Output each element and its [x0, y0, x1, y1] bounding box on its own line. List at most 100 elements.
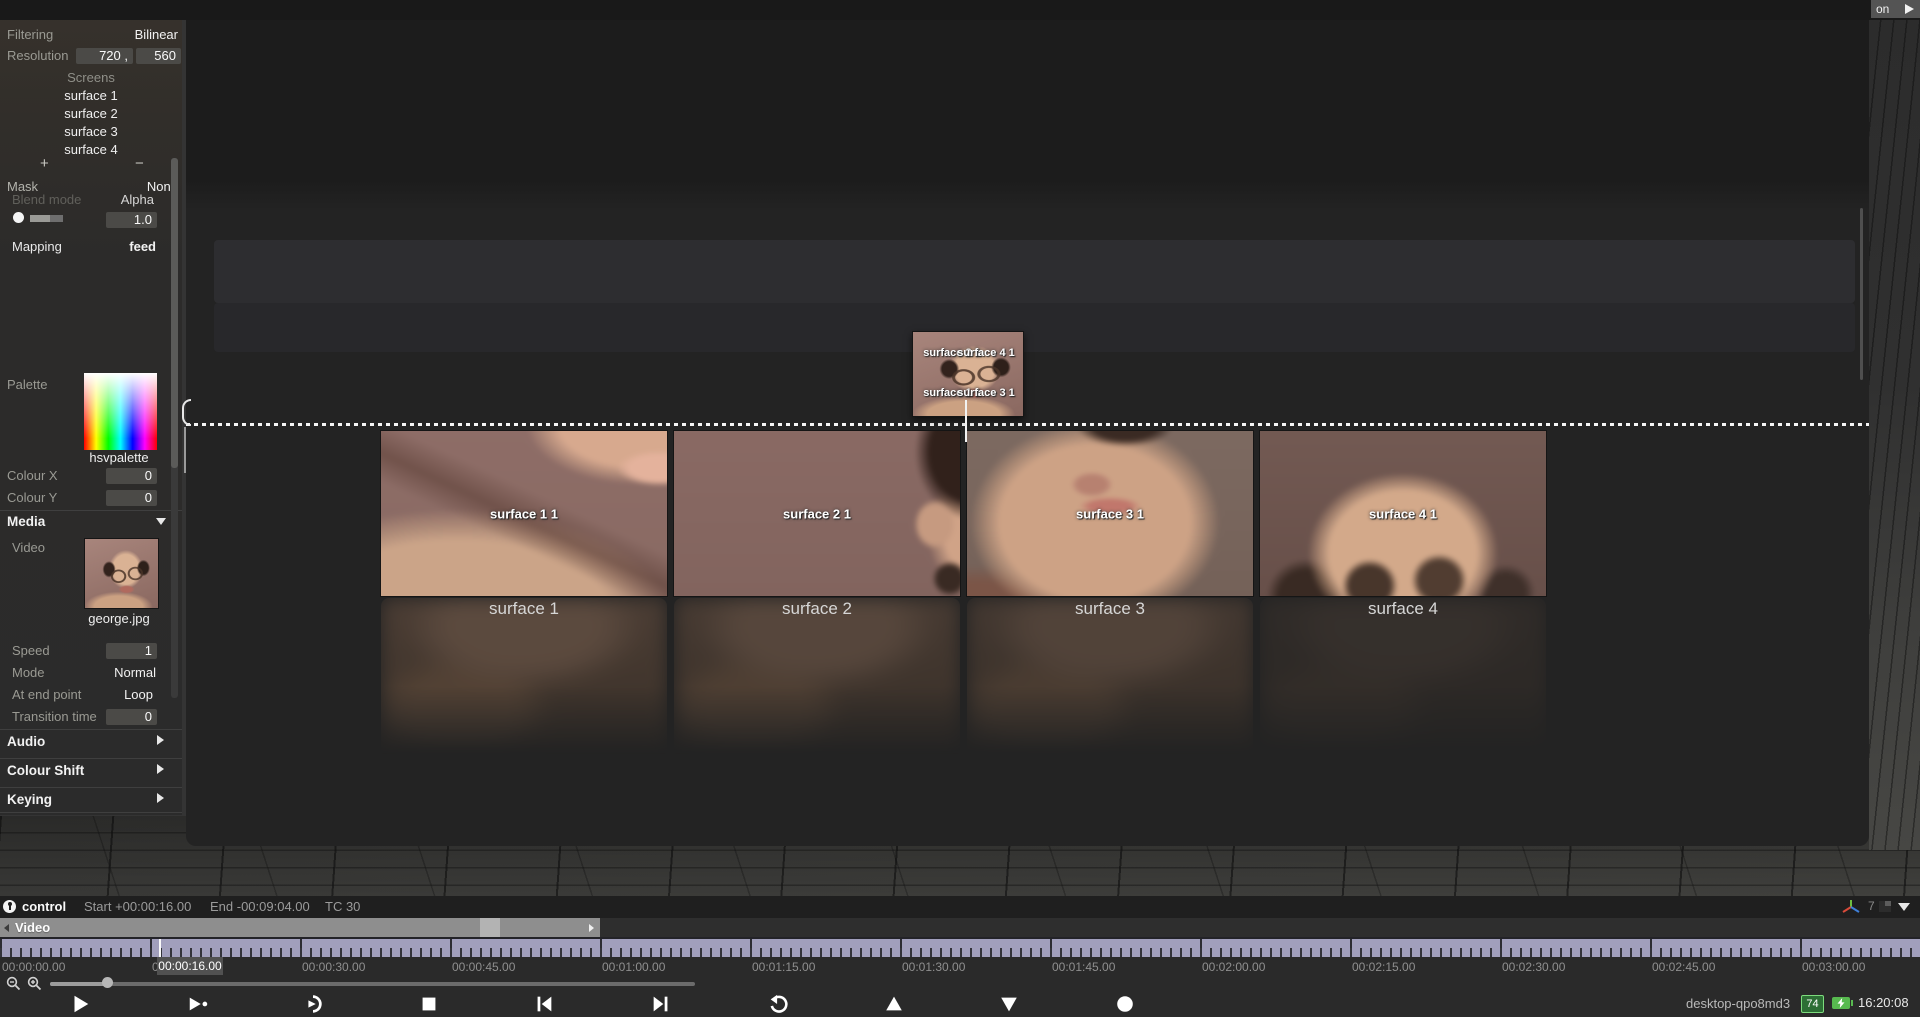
colour-x-input[interactable]: 0 — [106, 468, 157, 484]
opacity-value-input[interactable]: 1.0 — [106, 212, 157, 228]
ruler-playhead[interactable] — [159, 939, 161, 959]
panel-scrollbar-thumb[interactable] — [171, 158, 178, 468]
section-divider — [0, 729, 182, 730]
section-header-audio[interactable]: Audio — [7, 734, 45, 749]
play-marker-button[interactable] — [185, 993, 211, 1015]
end-point-label: At end point — [12, 687, 81, 702]
surface-tile-1[interactable]: surface 1 1 — [381, 431, 667, 596]
axes-gizmo-icon[interactable] — [1840, 899, 1862, 915]
track-bar-row: Video — [0, 918, 1920, 937]
preview-surface-label: surface 4 1 — [957, 347, 1014, 359]
section-header-keying[interactable]: Keying — [7, 792, 52, 807]
blend-mode-label: Blend mode — [12, 194, 81, 207]
preview-surface-label: surface 3 1 — [957, 387, 1014, 399]
timecode-label: 00:01:45.00 — [1052, 960, 1115, 974]
status-bar-icons: 7 — [1838, 898, 1918, 916]
timeline-ruler[interactable] — [0, 937, 1920, 959]
timeline-guide-dotted-line — [186, 423, 1869, 426]
chevron-right-icon[interactable] — [157, 793, 164, 803]
window-chip-label: on — [1876, 2, 1889, 16]
feed-properties-panel: ✕ feed Filtering Bilinear Resolution 720… — [0, 0, 182, 815]
opacity-indicator-icon[interactable] — [13, 212, 24, 223]
skip-start-button[interactable] — [531, 993, 557, 1015]
screen-list-item[interactable]: surface 3 — [0, 124, 182, 139]
timecode-rate: TC 30 — [325, 899, 360, 914]
opacity-slider[interactable] — [30, 215, 63, 222]
dropdown-caret-icon[interactable] — [1898, 903, 1910, 911]
speed-input[interactable]: 1 — [106, 643, 157, 659]
mode-value[interactable]: Normal — [114, 665, 156, 680]
media-section-header[interactable]: Media — [7, 514, 45, 529]
collapsed-layer-bar-2[interactable] — [214, 303, 1855, 352]
stage-playhead[interactable] — [965, 400, 967, 442]
timeline-zoom-slider[interactable] — [50, 982, 695, 986]
play-button[interactable] — [67, 993, 93, 1015]
timecode-label: 00:01:00.00 — [602, 960, 665, 974]
timecode-label-row: 00:00:00.0000:00:15.0000:00:30.0000:00:4… — [0, 957, 1920, 976]
window-chip[interactable]: on — [1871, 0, 1920, 18]
scroll-right-icon[interactable] — [589, 924, 594, 932]
timeline-zoom-thumb[interactable] — [102, 977, 113, 988]
screen-list-item[interactable]: surface 4 — [0, 142, 182, 157]
skip-end-button[interactable] — [648, 993, 674, 1015]
surface-tile-4[interactable]: surface 4 1 — [1260, 431, 1546, 596]
stop-button[interactable] — [416, 993, 442, 1015]
panel-collapse-handle[interactable] — [182, 399, 191, 426]
up-button[interactable] — [881, 993, 907, 1015]
chevron-right-icon[interactable] — [157, 735, 164, 745]
blend-mode-value[interactable]: Alpha — [121, 194, 154, 207]
video-preview-thumbnail[interactable] — [912, 331, 1024, 417]
add-screen-button[interactable]: + — [40, 155, 49, 172]
colour-y-input[interactable]: 0 — [106, 490, 157, 506]
zoom-in-icon[interactable] — [27, 976, 42, 991]
resolution-y-input[interactable]: 560 — [136, 48, 181, 64]
battery-percent-badge: 74 — [1801, 995, 1824, 1013]
track-scroll-thumb[interactable] — [480, 918, 500, 937]
transition-time-input[interactable]: 0 — [106, 709, 157, 725]
scroll-left-icon[interactable] — [4, 924, 9, 932]
palette-swatch[interactable] — [84, 373, 157, 450]
zoom-out-icon[interactable] — [6, 976, 21, 991]
filtering-value[interactable]: Bilinear — [135, 27, 178, 42]
end-time: End -00:09:04.00 — [210, 899, 310, 914]
timecode-label: 00:00:45.00 — [452, 960, 515, 974]
down-button[interactable] — [996, 993, 1022, 1015]
canvas-scrollbar[interactable] — [1860, 208, 1863, 380]
palette-name: hsvpalette — [28, 450, 210, 465]
media-thumbnail[interactable] — [84, 538, 159, 609]
resolution-label: Resolution — [7, 48, 68, 63]
chevron-down-icon[interactable] — [156, 518, 166, 525]
surface-tile-2[interactable]: surface 2 1 — [674, 431, 960, 596]
screen-list-item[interactable]: surface 2 — [0, 106, 182, 121]
device-name: desktop-qpo8md3 — [1686, 996, 1790, 1011]
end-point-value[interactable]: Loop — [124, 687, 153, 702]
mask-label: Mask — [7, 179, 38, 194]
top-strip — [0, 0, 1920, 20]
flag-icon[interactable] — [1879, 901, 1891, 912]
record-button[interactable] — [1112, 993, 1138, 1015]
control-mode-icon[interactable] — [3, 900, 16, 913]
undo-button[interactable] — [765, 993, 791, 1015]
timeline-zoom-row — [0, 976, 1920, 992]
section-header-colour-shift[interactable]: Colour Shift — [7, 763, 84, 778]
remove-screen-button[interactable]: − — [135, 155, 144, 172]
collapsed-layer-bar[interactable] — [214, 240, 1855, 303]
timecode-label: 00:00:00.00 — [2, 960, 65, 974]
timecode-label: 00:02:45.00 — [1652, 960, 1715, 974]
surface-tile-3[interactable]: surface 3 1 — [967, 431, 1253, 596]
environment-wall — [1869, 0, 1920, 850]
resolution-x-input[interactable]: 720 , — [76, 48, 133, 64]
colour-x-label: Colour X — [7, 468, 58, 483]
current-time-chip[interactable]: 00:00:16.00 — [157, 957, 223, 975]
surface-caption: surface 1 — [381, 599, 667, 619]
section-divider — [0, 812, 182, 813]
surface-caption: surface 3 — [967, 599, 1253, 619]
loop-play-button[interactable] — [300, 993, 326, 1015]
video-track-scrollbar[interactable]: Video — [0, 918, 600, 937]
screen-list-item[interactable]: surface 1 — [0, 88, 182, 103]
help-indicator[interactable]: 7 — [1868, 899, 1875, 913]
chevron-right-icon[interactable] — [157, 764, 164, 774]
mapping-value[interactable]: feed — [129, 239, 156, 254]
timecode-label: 00:02:00.00 — [1202, 960, 1265, 974]
mode-indicator[interactable]: control — [22, 899, 66, 914]
